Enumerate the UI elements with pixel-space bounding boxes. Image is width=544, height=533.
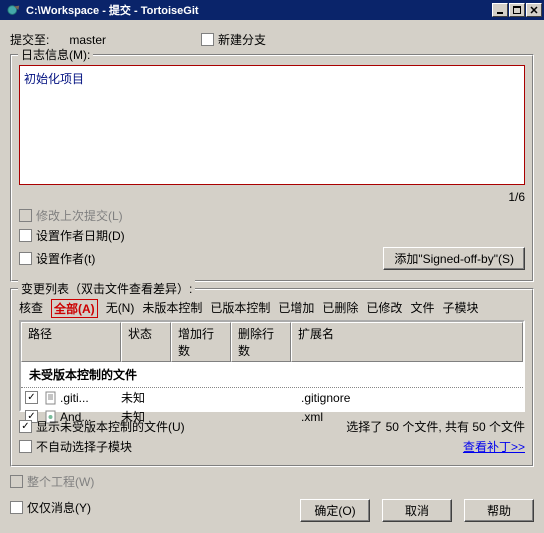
row-checkbox[interactable] — [25, 391, 38, 404]
message-counter: 1/6 — [19, 190, 525, 204]
changes-group-label: 变更列表（双击文件查看差异）: — [18, 280, 195, 297]
section-unversioned: 未受版本控制的文件 — [21, 362, 523, 388]
new-branch-checkbox[interactable] — [201, 33, 214, 46]
filter-tabs: 核查 全部(A) 无(N) 未版本控制 已版本控制 已增加 已删除 已修改 文件… — [19, 299, 525, 318]
selection-summary: 选择了 50 个文件, 共有 50 个文件 — [346, 418, 525, 435]
amend-label: 修改上次提交(L) — [36, 207, 123, 224]
col-path[interactable]: 路径 — [21, 322, 121, 362]
msg-only-checkbox[interactable] — [10, 501, 23, 514]
tab-modified[interactable]: 已修改 — [366, 299, 402, 318]
set-date-label: 设置作者日期(D) — [36, 227, 125, 244]
file-ext: .xml — [301, 410, 323, 424]
tab-unversioned[interactable]: 未版本控制 — [142, 299, 202, 318]
table-header: 路径 状态 增加行数 删除行数 扩展名 — [21, 322, 523, 362]
amend-checkbox[interactable] — [19, 209, 32, 222]
whole-project-checkbox — [10, 475, 23, 488]
tab-check[interactable]: 核查 — [19, 299, 43, 318]
close-button[interactable] — [526, 3, 542, 17]
col-del-lines[interactable]: 删除行数 — [231, 322, 291, 362]
set-author-checkbox[interactable] — [19, 252, 32, 265]
log-group-label: 日志信息(M): — [18, 46, 93, 63]
help-button[interactable]: 帮助 — [464, 499, 534, 522]
window-buttons — [492, 3, 542, 17]
tab-versioned[interactable]: 已版本控制 — [210, 299, 270, 318]
new-branch-label: 新建分支 — [218, 31, 266, 48]
commit-message-input[interactable] — [19, 65, 525, 185]
view-patch-link[interactable]: 查看补丁>> — [463, 438, 525, 455]
file-status: 未知 — [121, 389, 171, 406]
no-auto-submod-label: 不自动选择子模块 — [36, 438, 132, 455]
col-status[interactable]: 状态 — [121, 322, 171, 362]
msg-only-label: 仅仅消息(Y) — [27, 499, 91, 516]
window-title: C:\Workspace - 提交 - TortoiseGit — [26, 2, 492, 18]
no-auto-submod-checkbox[interactable] — [19, 440, 32, 453]
tab-none[interactable]: 无(N) — [106, 299, 135, 318]
file-name: .giti... — [60, 391, 89, 405]
minimize-button[interactable] — [492, 3, 508, 17]
show-unversioned-label: 显示未受版本控制的文件(U) — [36, 418, 185, 435]
col-add-lines[interactable]: 增加行数 — [171, 322, 231, 362]
log-message-group: 日志信息(M): 1/6 修改上次提交(L) 设置作者日期(D) 设置作者(t)… — [10, 54, 534, 282]
whole-project-label: 整个工程(W) — [27, 473, 94, 490]
tab-files[interactable]: 文件 — [410, 299, 434, 318]
file-icon — [44, 391, 58, 405]
ok-button[interactable]: 确定(O) — [300, 499, 370, 522]
changes-group: 变更列表（双击文件查看差异）: 核查 全部(A) 无(N) 未版本控制 已版本控… — [10, 288, 534, 467]
maximize-button[interactable] — [509, 3, 525, 17]
dialog-content: 提交至: master 新建分支 日志信息(M): 1/6 修改上次提交(L) … — [0, 20, 544, 533]
tab-all[interactable]: 全部(A) — [51, 299, 98, 318]
branch-name: master — [69, 33, 106, 47]
tab-submodules[interactable]: 子模块 — [442, 299, 478, 318]
col-ext[interactable]: 扩展名 — [291, 322, 523, 362]
signoff-button[interactable]: 添加"Signed-off-by"(S) — [383, 247, 525, 270]
table-row[interactable]: .giti... 未知 .gitignore — [21, 388, 523, 407]
file-list[interactable]: 路径 状态 增加行数 删除行数 扩展名 未受版本控制的文件 .giti... 未… — [19, 320, 525, 412]
tab-added[interactable]: 已增加 — [278, 299, 314, 318]
set-author-label: 设置作者(t) — [36, 250, 95, 267]
file-ext: .gitignore — [301, 391, 350, 405]
show-unversioned-checkbox[interactable] — [19, 420, 32, 433]
tab-deleted[interactable]: 已删除 — [322, 299, 358, 318]
cancel-button[interactable]: 取消 — [382, 499, 452, 522]
set-date-checkbox[interactable] — [19, 229, 32, 242]
footer-buttons: 确定(O) 取消 帮助 — [300, 499, 534, 522]
titlebar: C:\Workspace - 提交 - TortoiseGit — [0, 0, 544, 20]
app-icon — [6, 2, 22, 18]
